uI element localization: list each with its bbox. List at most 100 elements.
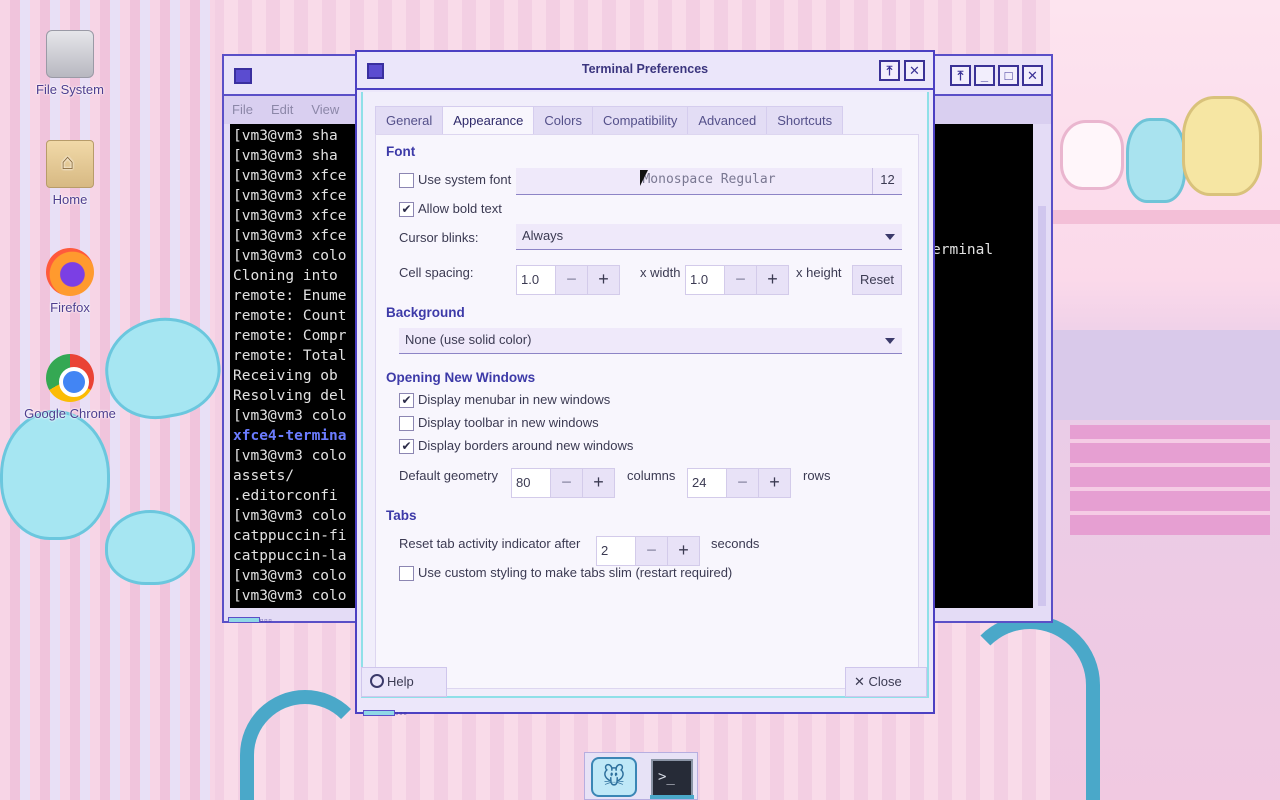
height-label: x height <box>796 265 842 280</box>
desktop-icon-chrome[interactable]: Google Chrome <box>15 354 125 421</box>
desktop-icon-label: Google Chrome <box>24 406 116 421</box>
menu-edit[interactable]: Edit <box>271 102 293 118</box>
increment-button[interactable]: + <box>583 468 615 498</box>
default-geometry-label: Default geometry <box>399 468 498 483</box>
maximize-button[interactable]: □ <box>998 65 1019 86</box>
firefox-icon <box>46 248 94 296</box>
tab-colors[interactable]: Colors <box>533 106 593 135</box>
use-system-font-checkbox[interactable] <box>399 173 414 188</box>
increment-button[interactable]: + <box>757 265 789 295</box>
window-menu-icon[interactable] <box>367 63 384 79</box>
decrement-button[interactable]: − <box>551 468 583 498</box>
active-task-indicator <box>650 795 694 799</box>
terminal-side-text: erminal <box>932 242 994 258</box>
background-value: None (use solid color) <box>405 332 532 347</box>
help-button[interactable]: Help <box>361 667 447 697</box>
desktop-icon-home[interactable]: Home <box>15 140 125 207</box>
mouse-cursor-icon <box>640 170 648 186</box>
wallpaper-plush-white <box>1060 120 1124 190</box>
decrement-button[interactable]: − <box>725 265 757 295</box>
display-toolbar-label: Display toolbar in new windows <box>418 415 599 430</box>
wallpaper-shelf <box>1050 210 1280 224</box>
cell-width-value[interactable]: 1.0 <box>516 265 556 295</box>
help-label: Help <box>387 674 414 689</box>
decrement-button[interactable]: − <box>556 265 588 295</box>
tab-appearance[interactable]: Appearance <box>442 106 535 136</box>
cursor-blinks-label: Cursor blinks: <box>399 230 479 245</box>
wallpaper-hair <box>240 690 370 800</box>
increment-button[interactable]: + <box>668 536 700 566</box>
increment-button[interactable]: + <box>588 265 620 295</box>
cell-width-spinner[interactable]: 1.0 − + <box>516 265 620 295</box>
columns-spinner[interactable]: 80 − + <box>511 468 615 498</box>
columns-value[interactable]: 80 <box>511 468 551 498</box>
cursor-blinks-combo[interactable]: Always <box>516 224 902 250</box>
slim-tabs-label: Use custom styling to make tabs slim (re… <box>418 565 733 580</box>
wallpaper-hair <box>960 615 1100 800</box>
desktop-icon-file-system[interactable]: File System <box>15 30 125 97</box>
terminal-scrollbar[interactable] <box>1038 206 1046 606</box>
window-menu-icon[interactable] <box>234 68 252 84</box>
section-opening-new-windows: Opening New Windows <box>386 370 536 385</box>
drive-icon <box>46 30 94 78</box>
cell-height-spinner[interactable]: 1.0 − + <box>685 265 789 295</box>
rows-spinner[interactable]: 24 − + <box>687 468 791 498</box>
decrement-button[interactable]: − <box>727 468 759 498</box>
wallpaper-heart <box>0 410 110 540</box>
close-icon[interactable]: ✕ <box>904 60 925 81</box>
cell-height-value[interactable]: 1.0 <box>685 265 725 295</box>
rows-label: rows <box>803 468 831 483</box>
terminal-task-icon[interactable]: >_ <box>651 759 693 797</box>
tab-shortcuts[interactable]: Shortcuts <box>766 106 844 135</box>
menu-view[interactable]: View <box>311 102 339 118</box>
shade-button[interactable]: ⤒ <box>950 65 971 86</box>
close-icon[interactable]: ✕ <box>1022 65 1043 86</box>
display-borders-checkbox[interactable]: ✔ <box>399 439 414 454</box>
tab-advanced[interactable]: Advanced <box>687 106 768 135</box>
window-resize-grip[interactable]: ▫▫▫ <box>363 704 408 719</box>
font-size: 12 <box>872 168 902 194</box>
cell-spacing-label: Cell spacing: <box>399 265 474 280</box>
help-icon <box>370 674 384 688</box>
rows-value[interactable]: 24 <box>687 468 727 498</box>
columns-label: columns <box>627 468 676 483</box>
reset-tab-activity-value[interactable]: 2 <box>596 536 636 566</box>
desktop-icon-label: File System <box>36 82 104 97</box>
cursor-blinks-value: Always <box>522 228 564 243</box>
decrement-button[interactable]: − <box>636 536 668 566</box>
desktop-icon-label: Home <box>52 192 88 207</box>
shade-button[interactable]: ⤒ <box>879 60 900 81</box>
width-label: x width <box>640 265 681 280</box>
chevron-down-icon <box>885 234 895 240</box>
wallpaper-bricks <box>1070 425 1270 535</box>
tab-compatibility[interactable]: Compatibility <box>591 106 689 135</box>
wallpaper-window <box>1050 330 1280 420</box>
reset-button[interactable]: Reset <box>852 265 902 295</box>
allow-bold-checkbox[interactable]: ✔ <box>399 202 414 217</box>
tab-bar: General Appearance Colors Compatibility … <box>375 106 844 136</box>
xfce-menu-icon[interactable]: 🐭 <box>591 757 637 797</box>
wallpaper-plush-yellow <box>1182 96 1262 196</box>
display-toolbar-checkbox[interactable] <box>399 416 414 431</box>
font-chooser-button[interactable]: Monospace Regular 12 <box>516 168 902 195</box>
desktop-icon-firefox[interactable]: Firefox <box>15 248 125 315</box>
reset-tab-activity-spinner[interactable]: 2 − + <box>596 536 700 566</box>
background-combo[interactable]: None (use solid color) <box>399 328 902 354</box>
preferences-dialog[interactable]: Terminal Preferences ⤒ ✕ General Appeara… <box>355 50 935 718</box>
minimize-button[interactable]: _ <box>974 65 995 86</box>
section-background: Background <box>386 305 465 320</box>
menu-file[interactable]: File <box>232 102 253 118</box>
reset-tab-activity-label: Reset tab activity indicator after <box>399 536 581 551</box>
close-button[interactable]: ✕ Close <box>845 667 927 697</box>
display-menubar-checkbox[interactable]: ✔ <box>399 393 414 408</box>
dialog-titlebar[interactable]: Terminal Preferences ⤒ ✕ <box>357 52 933 90</box>
increment-button[interactable]: + <box>759 468 791 498</box>
use-system-font-label: Use system font <box>418 172 512 187</box>
slim-tabs-checkbox[interactable] <box>399 566 414 581</box>
tab-general[interactable]: General <box>375 106 444 135</box>
window-resize-grip[interactable]: ▫▫▫ <box>228 611 292 625</box>
display-menubar-label: Display menubar in new windows <box>418 392 611 407</box>
chevron-down-icon <box>885 338 895 344</box>
close-label: Close <box>868 674 902 689</box>
wallpaper-plush-blue <box>1126 118 1186 203</box>
